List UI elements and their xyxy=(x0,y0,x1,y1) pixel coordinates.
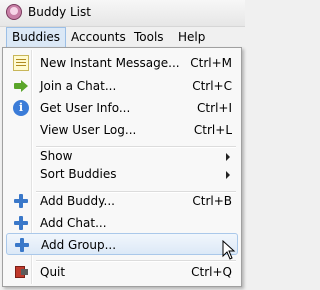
menu-item-shortcut: Ctrl+M xyxy=(190,56,232,70)
menu-item-label: Quit xyxy=(40,265,66,279)
menu-item-shortcut: Ctrl+I xyxy=(197,101,232,115)
menu-item-shortcut: Ctrl+B xyxy=(192,194,232,208)
menu-tools[interactable]: Tools xyxy=(129,27,169,47)
menu-item-join-a-chat[interactable]: Join a Chat... Ctrl+C xyxy=(6,75,238,97)
menu-item-add-chat[interactable]: Add Chat... xyxy=(6,212,238,234)
plus-icon xyxy=(14,237,30,253)
info-icon: i xyxy=(13,100,29,116)
menu-item-shortcut: Ctrl+C xyxy=(192,79,232,93)
menu-item-shortcut: Ctrl+Q xyxy=(191,265,232,279)
menu-item-shortcut: Ctrl+L xyxy=(193,123,232,137)
menu-item-label: New Instant Message... xyxy=(40,56,180,70)
menu-item-view-user-log[interactable]: View User Log... Ctrl+L xyxy=(6,119,238,141)
menu-item-label: Add Buddy... xyxy=(40,194,115,208)
plus-icon xyxy=(13,215,29,231)
menu-item-get-user-info[interactable]: i Get User Info... Ctrl+I xyxy=(6,97,238,119)
submenu-arrow-icon xyxy=(226,171,230,179)
title-bar: Buddy List xyxy=(0,0,245,27)
window-title: Buddy List xyxy=(28,5,91,19)
menu-item-label: Add Group... xyxy=(41,238,117,252)
menu-item-new-instant-message[interactable]: New Instant Message... Ctrl+M xyxy=(6,52,238,74)
quit-icon xyxy=(13,264,29,280)
menu-bar: Buddies Accounts Tools Help xyxy=(0,27,245,48)
menu-item-add-buddy[interactable]: Add Buddy... Ctrl+B xyxy=(6,190,238,212)
menu-item-label: Sort Buddies xyxy=(40,167,117,181)
menu-item-label: Get User Info... xyxy=(40,101,131,115)
menu-item-add-group[interactable]: Add Group... xyxy=(6,233,238,255)
buddies-dropdown-menu: New Instant Message... Ctrl+M Join a Cha… xyxy=(2,47,242,287)
menu-buddies[interactable]: Buddies xyxy=(6,27,67,48)
menu-accounts[interactable]: Accounts xyxy=(66,27,131,47)
chat-arrow-icon xyxy=(13,78,29,94)
submenu-arrow-icon xyxy=(226,153,230,161)
menu-item-label: Add Chat... xyxy=(40,216,107,230)
menu-item-label: Join a Chat... xyxy=(40,79,117,93)
menu-item-label: Show xyxy=(40,149,73,163)
menu-item-label: View User Log... xyxy=(40,123,137,137)
menu-item-sort-buddies[interactable]: Sort Buddies xyxy=(6,163,238,185)
menu-help[interactable]: Help xyxy=(173,27,210,47)
message-icon xyxy=(13,55,29,71)
menu-item-quit[interactable]: Quit Ctrl+Q xyxy=(6,261,238,283)
mouse-pointer-icon xyxy=(222,240,236,260)
plus-icon xyxy=(13,193,29,209)
pidgin-app-icon xyxy=(6,4,22,20)
